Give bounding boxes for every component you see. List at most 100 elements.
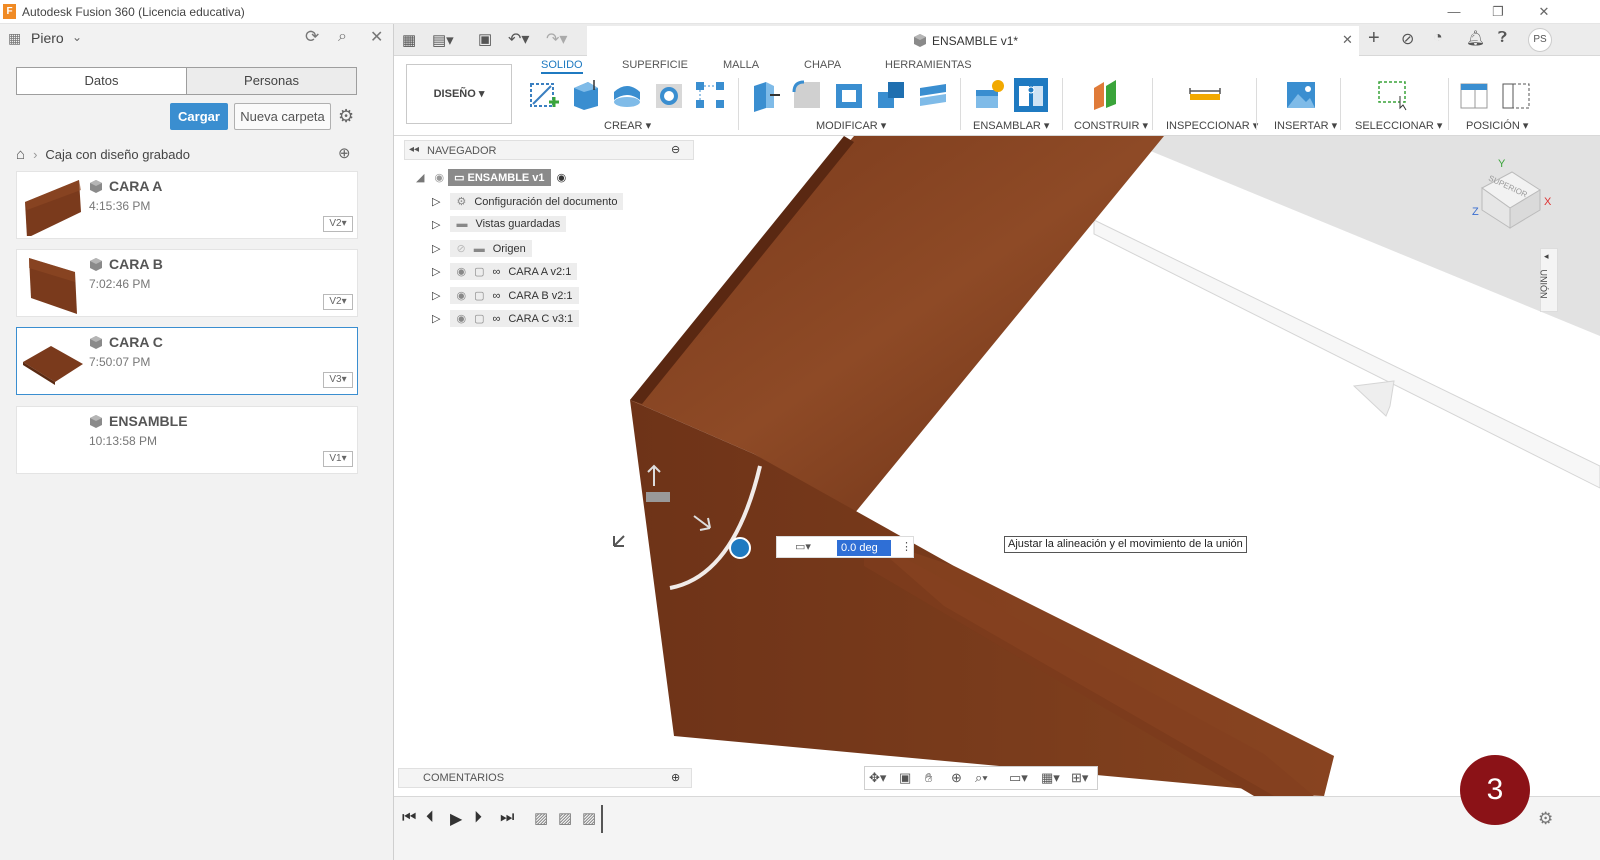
press-pull-icon[interactable] [748,78,782,112]
new-tab-icon[interactable]: + [1368,27,1380,50]
timeline-feature-icon[interactable]: ▨ [534,809,548,827]
offset-plane-icon[interactable] [1088,78,1122,112]
expand-triangle-icon[interactable]: ▷ [432,289,440,302]
extrude-icon[interactable] [568,78,602,112]
globe-icon[interactable]: ⊕ [338,144,351,162]
tab-chapa[interactable]: CHAPA [804,59,841,71]
help-icon[interactable]: ❓︎ [1498,29,1507,46]
expand-triangle-icon[interactable]: ▷ [432,265,440,278]
hole-icon[interactable] [652,78,686,112]
play-icon[interactable]: ▶︎ [450,809,462,829]
joint-icon[interactable] [1014,78,1048,112]
browser-root[interactable]: ◢ ◉ ▭ ENSAMBLE v1 ◉ [416,166,566,188]
file-menu-icon[interactable]: ▤▾ [432,31,454,49]
pattern-icon[interactable] [693,78,727,112]
eye-icon[interactable]: ◉ [456,266,466,278]
joint-origin-handle[interactable] [729,537,751,559]
expand-triangle-icon[interactable]: ▷ [432,242,440,255]
group-ensamblar[interactable]: ENSAMBLAR ▾ [973,119,1049,132]
joint-side-panel[interactable]: ◂ UNIÓN [1539,248,1558,312]
breadcrumb-folder[interactable]: Caja con diseño grabado [45,147,190,162]
shell-icon[interactable] [832,78,866,112]
fit-icon[interactable]: ⌕▾ [975,770,988,786]
group-inspeccionar[interactable]: INSPECCIONAR ▾ [1166,119,1258,132]
browser-item-cara-a[interactable]: ▷ ◉ ▢ ∞ CARA A v2:1 [432,260,578,282]
move-arrow-icon[interactable] [613,535,625,547]
file-card-cara-b[interactable]: CARA B 7:02:46 PM V2▾ [16,249,358,317]
chevron-down-icon[interactable]: ⌄ [72,30,82,44]
minimize-button[interactable]: — [1434,2,1474,22]
measure-icon[interactable] [1188,78,1222,112]
create-sketch-icon[interactable] [527,78,561,112]
timeline-feature-icon[interactable]: ▨ [582,809,596,827]
group-insertar[interactable]: INSERTAR ▾ [1274,119,1337,132]
group-crear[interactable]: CREAR ▾ [604,119,651,132]
expand-triangle-icon[interactable]: ▷ [432,312,440,325]
extensions-icon[interactable]: ⊘ [1401,29,1414,49]
group-seleccionar[interactable]: SELECCIONAR ▾ [1355,119,1442,132]
search-icon[interactable]: ⌕ [338,28,347,46]
hidden-eye-icon[interactable]: ⊘ [456,243,465,255]
refresh-icon[interactable]: ⟳ [305,27,319,47]
viewcube[interactable]: SUPERIOR Y X Z [1472,158,1552,238]
tab-personas[interactable]: Personas [186,68,356,94]
angle-input[interactable]: 0.0 deg [837,540,891,556]
file-card-ensamble[interactable]: ENSAMBLE 10:13:58 PM V1▾ [16,406,358,474]
new-folder-button[interactable]: Nueva carpeta [234,103,331,130]
browser-item-config[interactable]: ▷ ⚙ Configuración del documento [432,190,624,212]
app-grid-icon[interactable]: ▦ [402,31,416,49]
undo-icon[interactable]: ↶▾ [508,29,529,49]
close-window-button[interactable]: ✕ [1524,2,1564,22]
activate-radio-icon[interactable]: ◉ [557,171,567,184]
select-window-icon[interactable] [1376,78,1410,112]
grid-icon[interactable]: ▦ [8,30,21,47]
eye-icon[interactable]: ◉ [456,290,466,302]
capture-position-icon[interactable] [1458,78,1492,112]
revolve-icon[interactable] [610,78,644,112]
document-tab[interactable]: ENSAMBLE v1* ✕ [587,26,1359,56]
new-component-icon[interactable] [972,78,1006,112]
group-construir[interactable]: CONSTRUIR ▾ [1074,119,1148,132]
redo-icon[interactable]: ↷▾ [546,29,567,49]
group-modificar[interactable]: MODIFICAR ▾ [816,119,886,132]
pan-icon[interactable]: ✋︎ [925,770,932,786]
more-options-icon[interactable]: ⋮ [901,540,912,553]
viewcube-icon[interactable] [1472,158,1552,238]
go-to-start-icon[interactable]: ⏮︎ [402,809,416,827]
go-to-end-icon[interactable]: ⏭︎ [500,809,514,827]
expand-triangle-icon[interactable]: ▷ [432,195,440,208]
step-back-icon[interactable]: ⏴︎ [426,809,434,827]
angle-type-dropdown[interactable]: ▭▾ [795,540,811,553]
eye-icon[interactable]: ◉ [434,171,444,184]
timeline-feature-icon[interactable]: ▨ [558,809,572,827]
avatar[interactable]: PS [1528,28,1552,52]
zoom-icon[interactable]: ⊕ [951,770,962,786]
close-icon[interactable]: ✕ [370,27,383,47]
combine-icon[interactable] [874,78,908,112]
file-card-cara-a[interactable]: CARA A 4:15:36 PM V2▾ [16,171,358,239]
browser-item-origin[interactable]: ▷ ⊘ ▬ Origen [432,237,532,259]
collapse-icon[interactable]: ◂◂ [409,144,419,155]
minimize-browser-icon[interactable]: ⊖ [671,143,680,156]
version-dropdown[interactable]: V2▾ [323,294,353,310]
collapse-triangle-icon[interactable]: ◢ [416,171,424,184]
grid-settings-icon[interactable]: ▦▾ [1041,770,1060,786]
revert-position-icon[interactable] [1500,78,1534,112]
upload-button[interactable]: Cargar [170,103,228,130]
file-card-cara-c[interactable]: CARA C 7:50:07 PM V3▾ [16,327,358,395]
close-tab-icon[interactable]: ✕ [1342,32,1353,48]
browser-item-cara-c[interactable]: ▷ ◉ ▢ ∞ CARA C v3:1 [432,307,580,329]
timeline-marker[interactable] [601,805,603,833]
tab-solido[interactable]: SOLIDO [541,59,583,74]
workspace-dropdown[interactable]: DISEÑO ▾ [406,64,512,124]
job-status-icon[interactable]: ◔ [1433,29,1443,47]
notifications-icon[interactable]: 🔔︎ [1466,29,1485,47]
tab-malla[interactable]: MALLA [723,59,759,71]
angle-input-box[interactable]: ▭▾ 0.0 deg ⋮ [776,536,914,558]
gear-icon[interactable]: ⚙ [338,106,354,127]
browser-item-views[interactable]: ▷ ▬ Vistas guardadas [432,213,567,235]
user-name[interactable]: Piero [31,30,64,46]
tab-herramientas[interactable]: HERRAMIENTAS [885,59,972,71]
step-forward-icon[interactable]: ⏵︎ [474,809,482,827]
maximize-button[interactable]: ❐ [1478,2,1518,22]
